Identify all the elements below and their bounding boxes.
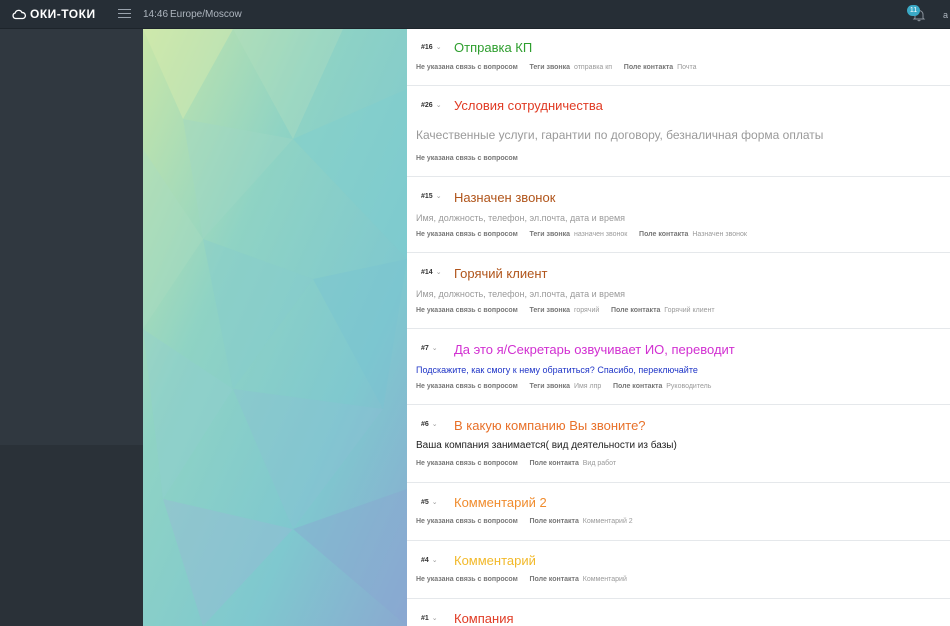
chevron-down-icon[interactable]: ⌄ [436,269,442,276]
chevron-down-icon[interactable]: ⌄ [432,345,438,352]
step-meta: Не указана связь с вопросом Поле контакт… [416,518,633,525]
step-meta: Не указана связь с вопросом Теги звонка … [416,307,715,314]
step-description: Ваша компания занимается( вид деятельнос… [416,440,677,451]
chevron-down-icon[interactable]: ⌄ [432,421,438,428]
step-title: Горячий клиент [454,266,548,281]
step-meta: Не указана связь с вопросом Поле контакт… [416,460,617,467]
cloud-logo-icon [12,9,26,19]
sidebar-lower-panel [0,445,143,626]
script-steps-list: #16 ⌄ Отправка КП Не указана связь с вопр… [407,29,950,626]
logo-text: ОКИ-ТОКИ [30,7,96,21]
step-number: #4 [421,557,429,564]
step-title: Да это я/Секретарь озвучивает ИО, перево… [454,342,735,357]
background-decoration [143,29,407,626]
logo[interactable]: ОКИ-ТОКИ [12,7,96,21]
step-title: Комментарий 2 [454,495,547,510]
hamburger-menu-icon[interactable] [118,9,131,19]
user-menu[interactable]: a [943,10,948,20]
step-number: #1 [421,615,429,622]
step-meta: Не указана связь с вопросом Теги звонка … [416,231,747,238]
list-item[interactable]: #7 ⌄ Да это я/Секретарь озвучивает ИО, пе… [407,329,950,405]
chevron-down-icon[interactable]: ⌄ [436,193,442,200]
step-number: #7 [421,345,429,352]
list-item[interactable]: #6 ⌄ В какую компанию Вы звоните? Ваша ко… [407,405,950,483]
step-description: Качественные услуги, гарантии по договор… [416,128,824,142]
chevron-down-icon[interactable]: ⌄ [436,102,442,109]
step-title: Отправка КП [454,40,533,55]
chevron-down-icon[interactable]: ⌄ [436,44,442,51]
step-number: #16 [421,44,433,51]
list-item[interactable]: #1 ⌄ Компания [407,599,950,626]
step-number: #26 [421,102,433,109]
chevron-down-icon[interactable]: ⌄ [432,615,438,622]
clock: 14:46 [143,9,169,20]
step-meta: Не указана связь с вопросом Теги звонка … [416,383,712,390]
step-title: Комментарий [454,553,536,568]
step-meta: Не указана связь с вопросом Теги звонка … [416,64,697,71]
list-item[interactable]: #5 ⌄ Комментарий 2 Не указана связь с воп… [407,483,950,541]
step-meta: Не указана связь с вопросом Поле контакт… [416,576,627,583]
step-number: #5 [421,499,429,506]
step-description: Имя, должность, телефон, эл.почта, дата … [416,213,626,223]
step-title: Условия сотрудничества [454,98,603,113]
step-title: В какую компанию Вы звоните? [454,418,646,433]
step-number: #15 [421,193,433,200]
step-number: #14 [421,269,433,276]
list-item[interactable]: #15 ⌄ Назначен звонок Имя, должность, тел… [407,177,950,253]
list-item[interactable]: #16 ⌄ Отправка КП Не указана связь с вопр… [407,29,950,86]
step-title: Компания [454,611,514,626]
step-number: #6 [421,421,429,428]
chevron-down-icon[interactable]: ⌄ [432,499,438,506]
list-item[interactable]: #4 ⌄ Комментарий Не указана связь с вопро… [407,541,950,599]
chevron-down-icon[interactable]: ⌄ [432,557,438,564]
step-description: Подскажите, как смогу к нему обратиться?… [416,365,698,375]
step-description: Имя, должность, телефон, эл.почта, дата … [416,289,626,299]
list-item[interactable]: #14 ⌄ Горячий клиент Имя, должность, теле… [407,253,950,329]
top-bar: ОКИ-ТОКИ 14:46 Europe/Moscow 11 a [0,0,950,29]
step-title: Назначен звонок [454,190,556,205]
list-item[interactable]: #26 ⌄ Условия сотрудничества Качественные… [407,86,950,177]
timezone: Europe/Moscow [170,9,242,20]
notification-badge: 11 [907,5,920,16]
step-meta: Не указана связь с вопросом [416,155,518,162]
